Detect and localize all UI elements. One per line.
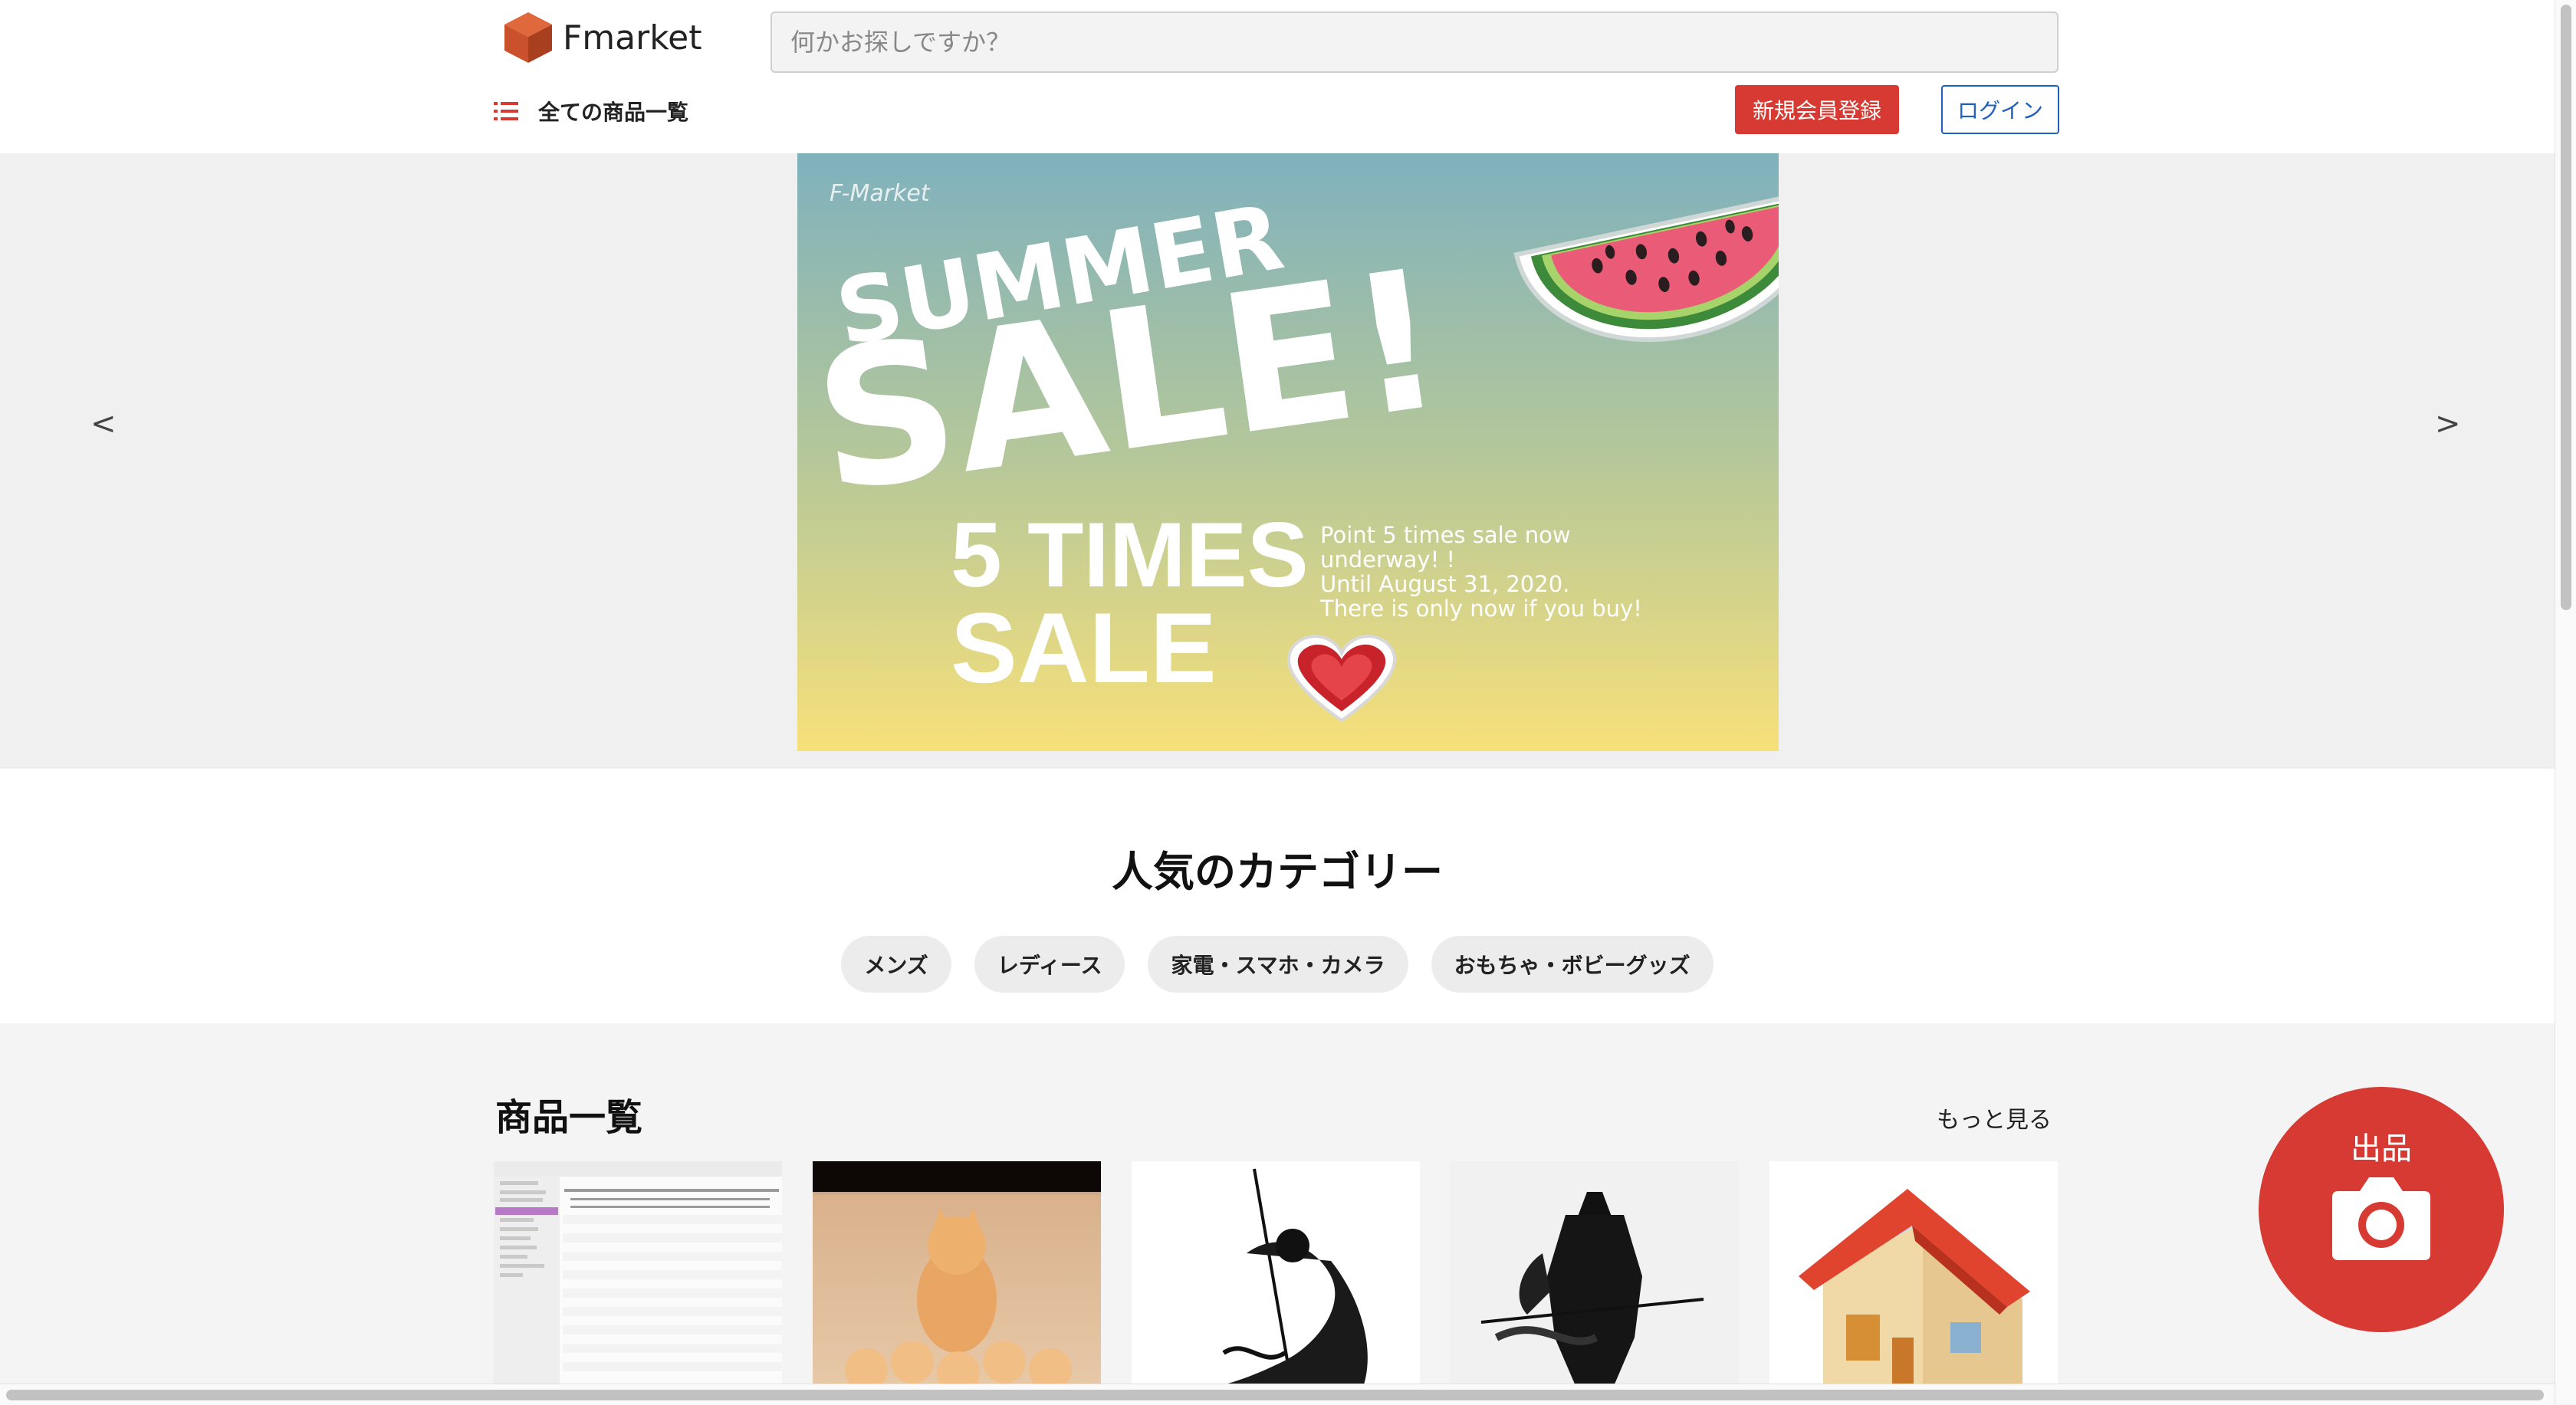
vertical-scrollbar[interactable]	[2555, 0, 2576, 1404]
category-chip-toys-hobby[interactable]: おもちゃ・ボビーグッズ	[1431, 936, 1714, 993]
product-card[interactable]	[1451, 1161, 1739, 1384]
popular-categories-section: 人気のカテゴリー メンズ レディース 家電・スマホ・カメラ おもちゃ・ボビーグッ…	[0, 769, 2555, 1023]
register-button[interactable]: 新規会員登録	[1735, 85, 1899, 134]
category-chip-mens[interactable]: メンズ	[841, 936, 951, 993]
search-input[interactable]	[770, 11, 2058, 73]
banner-note-line: underway! !	[1320, 547, 1455, 573]
banner-note-line: Until August 31, 2020.	[1320, 571, 1569, 597]
category-chip-list: メンズ レディース 家電・スマホ・カメラ おもちゃ・ボビーグッズ	[0, 936, 2555, 993]
horizontal-scrollbar-thumb[interactable]	[6, 1390, 2544, 1400]
camera-icon	[2332, 1177, 2430, 1260]
carousel-next-button[interactable]: >	[2435, 406, 2461, 442]
category-chip-electronics[interactable]: 家電・スマホ・カメラ	[1148, 936, 1408, 993]
product-image-cat-and-kittens	[813, 1161, 1101, 1384]
product-image-database-screenshot	[494, 1161, 782, 1384]
banner-promo-line1: 5 TIMES	[951, 504, 1309, 606]
vertical-scrollbar-thumb[interactable]	[2561, 5, 2571, 610]
login-button[interactable]: ログイン	[1941, 85, 2059, 134]
all-products-label: 全ての商品一覧	[538, 100, 689, 125]
product-image-house-illustration	[1769, 1161, 2058, 1384]
banner-note-line: Point 5 times sale now	[1320, 522, 1571, 548]
banner-brand: F-Market	[830, 180, 931, 207]
carousel-prev-button[interactable]: <	[90, 406, 117, 442]
see-more-link[interactable]: もっと見る	[1937, 1101, 2052, 1134]
product-card-list	[494, 1161, 2058, 1384]
banner-carousel: < > F-Market SUMMER SALE! 5 TIMES SALE P…	[0, 153, 2555, 769]
categories-title: 人気のカテゴリー	[1112, 848, 1443, 896]
horizontal-scrollbar[interactable]	[0, 1384, 2555, 1405]
products-title: 商品一覧	[495, 1096, 643, 1139]
site-logo[interactable]: Fmarket	[503, 11, 702, 64]
all-products-link[interactable]: 全ての商品一覧	[494, 96, 688, 126]
banner-graphic: F-Market SUMMER SALE! 5 TIMES SALE Point…	[797, 153, 1779, 751]
product-image-samurai-sword-ink	[1132, 1161, 1420, 1384]
product-card[interactable]	[494, 1161, 782, 1384]
site-header: Fmarket 全ての商品一覧 新規会員登録 ログイン	[0, 0, 2555, 153]
logo-text: Fmarket	[563, 18, 702, 57]
cube-logo-icon	[504, 12, 552, 63]
banner-promo-line2: SALE	[951, 592, 1217, 704]
sell-label: 出品	[2351, 1131, 2412, 1167]
product-card[interactable]	[813, 1161, 1101, 1384]
product-list-section: 商品一覧 もっと見る	[0, 1023, 2555, 1384]
sell-button[interactable]: 出品	[2259, 1087, 2504, 1332]
list-icon	[494, 102, 518, 120]
product-card[interactable]	[1769, 1161, 2058, 1384]
summer-sale-banner[interactable]: F-Market SUMMER SALE! 5 TIMES SALE Point…	[797, 153, 1779, 751]
category-chip-ladies[interactable]: レディース	[974, 936, 1125, 993]
product-card[interactable]	[1132, 1161, 1420, 1384]
product-image-samurai-armor-ink	[1451, 1161, 1739, 1384]
banner-note-line: There is only now if you buy!	[1319, 596, 1642, 622]
